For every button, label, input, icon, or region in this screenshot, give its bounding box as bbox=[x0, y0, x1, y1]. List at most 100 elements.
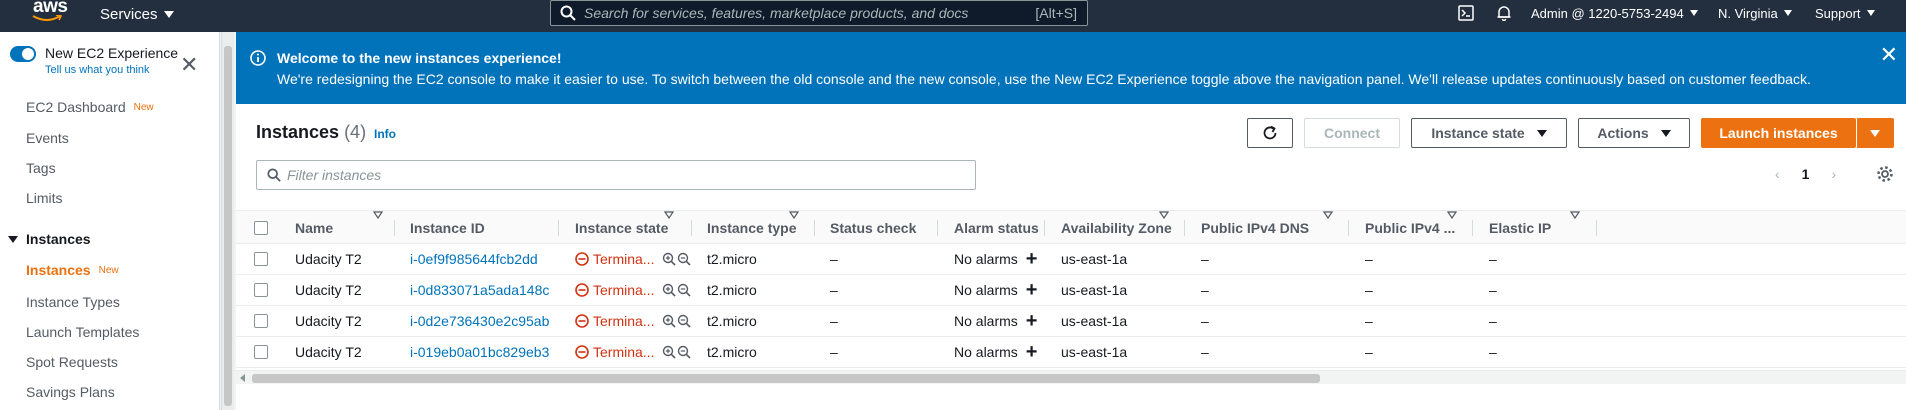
sort-icon[interactable] bbox=[373, 211, 383, 219]
sidebar-item-spot-requests[interactable]: Spot Requests bbox=[26, 354, 118, 370]
sidebar-scrollbar[interactable] bbox=[221, 32, 234, 410]
column-header-status-check[interactable]: Status check bbox=[830, 211, 916, 245]
filter-instances-input[interactable]: Filter instances bbox=[256, 160, 976, 190]
services-menu[interactable]: Services bbox=[100, 6, 174, 23]
instance-state-button[interactable]: Instance state bbox=[1411, 118, 1567, 148]
account-menu[interactable]: Admin @ 1220-5753-2494 bbox=[1531, 0, 1698, 26]
column-header-availability-zone[interactable]: Availability Zone bbox=[1061, 211, 1172, 245]
zoom-out-icon[interactable] bbox=[677, 252, 692, 266]
aws-logo[interactable]: aws bbox=[30, 0, 70, 32]
column-header-public-ipv4[interactable]: Public IPv4 ... bbox=[1365, 211, 1455, 245]
zoom-in-icon[interactable] bbox=[662, 252, 677, 266]
column-header-name[interactable]: Name bbox=[295, 211, 333, 245]
column-header-instance-id[interactable]: Instance ID bbox=[410, 211, 485, 245]
table-row[interactable]: Udacity T2 i-0ef9f985644fcb2dd Termina..… bbox=[236, 244, 1906, 275]
chevron-right-icon[interactable]: › bbox=[1831, 166, 1836, 182]
refresh-button[interactable] bbox=[1247, 118, 1293, 148]
sidebar-item-instances[interactable]: Instances New bbox=[26, 262, 119, 278]
row-checkbox[interactable] bbox=[254, 252, 268, 266]
filter-placeholder: Filter instances bbox=[287, 167, 382, 183]
sidebar-section-instances[interactable]: Instances bbox=[8, 231, 91, 247]
column-header-instance-type[interactable]: Instance type bbox=[707, 211, 796, 245]
column-header-instance-state[interactable]: Instance state bbox=[575, 211, 668, 245]
sidebar-item-launch-templates[interactable]: Launch Templates bbox=[26, 324, 139, 340]
cell-alarm-status: No alarms + bbox=[954, 275, 1037, 305]
instance-id-link[interactable]: i-0d833071a5ada148c bbox=[410, 275, 549, 305]
sidebar-item-tags[interactable]: Tags bbox=[26, 160, 56, 176]
close-icon[interactable]: ✕ bbox=[180, 54, 198, 76]
column-divider[interactable] bbox=[558, 220, 559, 236]
column-divider[interactable] bbox=[937, 220, 938, 236]
sidebar-item-limits[interactable]: Limits bbox=[26, 190, 63, 206]
alarm-label: No alarms bbox=[954, 282, 1018, 298]
instance-id-link[interactable]: i-019eb0a01bc829eb3 bbox=[410, 337, 549, 367]
column-divider[interactable] bbox=[1184, 220, 1185, 236]
select-all-checkbox[interactable] bbox=[254, 221, 268, 235]
instance-id-link[interactable]: i-0ef9f985644fcb2dd bbox=[410, 244, 538, 274]
cell-availability-zone: us-east-1a bbox=[1061, 282, 1128, 298]
add-alarm-icon[interactable]: + bbox=[1026, 342, 1038, 362]
sort-icon[interactable] bbox=[1323, 211, 1333, 219]
add-alarm-icon[interactable]: + bbox=[1026, 311, 1038, 331]
info-icon bbox=[250, 50, 266, 66]
column-divider[interactable] bbox=[1044, 220, 1045, 236]
add-alarm-icon[interactable]: + bbox=[1026, 280, 1038, 300]
launch-options-button[interactable] bbox=[1856, 118, 1894, 148]
global-search[interactable]: Search for services, features, marketpla… bbox=[550, 0, 1088, 26]
connect-button[interactable]: Connect bbox=[1304, 118, 1400, 148]
cell-instance-state: Termina... bbox=[575, 244, 692, 274]
launch-instances-button[interactable]: Launch instances bbox=[1701, 118, 1856, 148]
info-link[interactable]: Info bbox=[374, 127, 396, 141]
sort-icon[interactable] bbox=[789, 211, 799, 219]
zoom-out-icon[interactable] bbox=[677, 283, 692, 297]
sort-icon[interactable] bbox=[1159, 211, 1169, 219]
row-checkbox[interactable] bbox=[254, 345, 268, 359]
sidebar-item-savings-plans[interactable]: Savings Plans bbox=[26, 384, 115, 400]
table-row[interactable]: Udacity T2 i-0d2e736430e2c95ab Termina..… bbox=[236, 306, 1906, 337]
scroll-left-icon[interactable] bbox=[240, 374, 245, 382]
zoom-in-icon[interactable] bbox=[662, 345, 677, 359]
instance-id-link[interactable]: i-0d2e736430e2c95ab bbox=[410, 306, 549, 336]
column-divider[interactable] bbox=[1596, 220, 1597, 236]
close-icon[interactable]: ✕ bbox=[1880, 44, 1898, 66]
table-row[interactable]: Udacity T2 i-0d833071a5ada148c Termina..… bbox=[236, 275, 1906, 306]
sort-icon[interactable] bbox=[664, 211, 674, 219]
zoom-in-icon[interactable] bbox=[662, 314, 677, 328]
column-divider[interactable] bbox=[691, 220, 692, 236]
column-divider[interactable] bbox=[394, 220, 395, 236]
row-checkbox[interactable] bbox=[254, 283, 268, 297]
notifications-button[interactable] bbox=[1496, 0, 1512, 26]
sidebar-item-events[interactable]: Events bbox=[26, 130, 69, 146]
sidebar-item-ec2-dashboard[interactable]: EC2 Dashboard New bbox=[26, 99, 154, 115]
column-divider[interactable] bbox=[1472, 220, 1473, 236]
column-header-public-ipv4-dns[interactable]: Public IPv4 DNS bbox=[1201, 211, 1309, 245]
new-experience-toggle[interactable] bbox=[10, 46, 36, 62]
column-divider[interactable] bbox=[1348, 220, 1349, 236]
scrollbar-thumb[interactable] bbox=[252, 374, 1320, 383]
banner-body: We're redesigning the EC2 console to mak… bbox=[277, 71, 1811, 87]
add-alarm-icon[interactable]: + bbox=[1026, 249, 1038, 269]
column-header-alarm-status[interactable]: Alarm status bbox=[954, 211, 1039, 245]
column-divider[interactable] bbox=[814, 220, 815, 236]
zoom-in-icon[interactable] bbox=[662, 283, 677, 297]
gear-icon[interactable] bbox=[1876, 165, 1894, 183]
region-menu[interactable]: N. Virginia bbox=[1718, 0, 1792, 26]
zoom-out-icon[interactable] bbox=[677, 345, 692, 359]
horizontal-scrollbar[interactable] bbox=[236, 370, 1906, 384]
sidebar-item-instance-types[interactable]: Instance Types bbox=[26, 294, 120, 310]
sort-icon[interactable] bbox=[1447, 211, 1457, 219]
row-checkbox[interactable] bbox=[254, 314, 268, 328]
scrollbar-thumb[interactable] bbox=[224, 46, 232, 406]
table-row[interactable]: Udacity T2 i-019eb0a01bc829eb3 Termina..… bbox=[236, 337, 1906, 368]
welcome-banner: Welcome to the new instances experience!… bbox=[236, 32, 1906, 104]
feedback-link[interactable]: Tell us what you think bbox=[45, 64, 150, 76]
cell-status-check: – bbox=[830, 251, 838, 267]
sort-icon[interactable] bbox=[1570, 211, 1580, 219]
column-header-elastic-ip[interactable]: Elastic IP bbox=[1489, 211, 1551, 245]
actions-button[interactable]: Actions bbox=[1578, 118, 1690, 148]
support-menu[interactable]: Support bbox=[1815, 0, 1875, 26]
chevron-left-icon[interactable]: ‹ bbox=[1775, 166, 1780, 182]
zoom-out-icon[interactable] bbox=[677, 314, 692, 328]
cloudshell-button[interactable] bbox=[1458, 0, 1474, 26]
page-number[interactable]: 1 bbox=[1802, 166, 1810, 182]
